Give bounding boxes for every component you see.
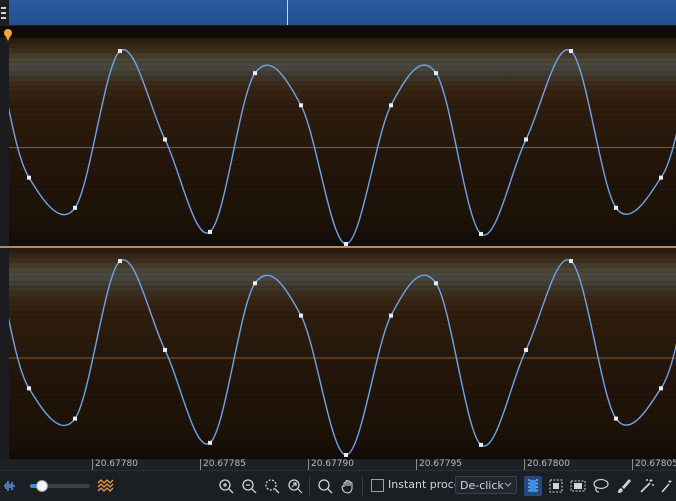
gain-slider-knob[interactable] — [35, 480, 48, 492]
sample-point[interactable] — [118, 259, 122, 264]
sample-point[interactable] — [73, 416, 77, 421]
hand-icon[interactable] — [338, 476, 358, 496]
sample-point[interactable] — [659, 175, 663, 180]
sample-point[interactable] — [434, 281, 438, 286]
time-ruler-label: 20.67790 — [308, 459, 354, 470]
magic-wand-icon[interactable] — [637, 476, 657, 496]
sample-point[interactable] — [614, 205, 618, 210]
sample-point[interactable] — [27, 175, 31, 180]
time-ruler-label: 20.67785 — [200, 459, 246, 470]
sample-point[interactable] — [659, 386, 663, 391]
channel-right[interactable] — [9, 248, 676, 459]
waveform-view[interactable] — [0, 26, 676, 459]
waveform-right[interactable] — [9, 248, 676, 459]
bottom-toolbar: Instant process De-click — [0, 470, 676, 501]
waveform-left[interactable] — [9, 38, 676, 246]
sample-point[interactable] — [479, 442, 483, 447]
sample-point[interactable] — [389, 103, 393, 108]
time-selection-icon[interactable] — [524, 476, 542, 496]
magnifier-icon[interactable] — [315, 476, 335, 496]
sample-point[interactable] — [163, 347, 167, 352]
module-select[interactable]: De-click — [455, 476, 517, 494]
overview-waveform-strip[interactable] — [9, 0, 676, 25]
zoom-out-icon[interactable] — [239, 476, 259, 496]
channel-left[interactable] — [9, 38, 676, 246]
sample-point[interactable] — [524, 137, 528, 142]
sample-point[interactable] — [208, 229, 212, 234]
sample-point[interactable] — [163, 137, 167, 142]
gain-slider[interactable] — [30, 480, 90, 492]
toolbar-separator — [362, 477, 363, 495]
sample-point[interactable] — [389, 313, 393, 318]
zoom-in-icon[interactable] — [216, 476, 236, 496]
toolbar-separator — [309, 477, 310, 495]
sample-point[interactable] — [118, 49, 122, 54]
sample-point[interactable] — [479, 231, 483, 236]
box-selection-icon[interactable] — [546, 476, 566, 496]
time-ruler-label: 20.67795 — [416, 459, 462, 470]
sample-point[interactable] — [253, 281, 257, 286]
sample-point[interactable] — [253, 71, 257, 76]
zoom-fit-icon[interactable] — [285, 476, 305, 496]
waveform-line[interactable] — [9, 259, 676, 456]
sample-point[interactable] — [569, 259, 573, 264]
sample-point[interactable] — [614, 416, 618, 421]
chevron-down-icon — [504, 482, 512, 487]
lasso-icon[interactable] — [590, 476, 612, 496]
waveform-line[interactable] — [9, 49, 676, 245]
rect-selection-icon[interactable] — [568, 476, 588, 496]
time-ruler-label: 20.67780 — [92, 459, 138, 470]
zoom-selection-icon[interactable] — [262, 476, 282, 496]
sample-point[interactable] — [569, 49, 573, 54]
more-tools-icon[interactable] — [659, 476, 675, 496]
sample-point[interactable] — [434, 71, 438, 76]
time-ruler-label: 20.67805 — [632, 459, 676, 470]
waveform-display-icon[interactable] — [2, 476, 18, 496]
menu-icon[interactable] — [0, 4, 8, 20]
sample-point[interactable] — [27, 386, 31, 391]
sample-point[interactable] — [524, 347, 528, 352]
sample-point[interactable] — [344, 452, 348, 457]
module-select-value: De-click — [460, 479, 504, 492]
overview-navigator[interactable] — [0, 0, 676, 26]
time-ruler-label: 20.67800 — [524, 459, 570, 470]
overview-playhead — [287, 0, 288, 25]
sample-point[interactable] — [299, 103, 303, 108]
sample-point[interactable] — [208, 440, 212, 445]
instant-process-checkbox[interactable] — [371, 479, 384, 492]
sample-point[interactable] — [299, 313, 303, 318]
spectrogram-display-icon[interactable] — [96, 476, 116, 496]
brush-icon[interactable] — [614, 476, 634, 496]
sample-point[interactable] — [73, 205, 77, 210]
time-ruler[interactable]: 20.67780 20.67785 20.67790 20.67795 20.6… — [0, 459, 676, 470]
